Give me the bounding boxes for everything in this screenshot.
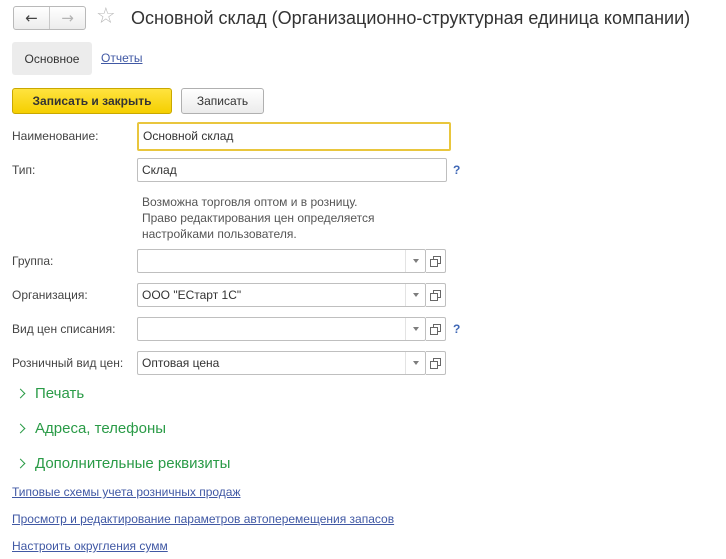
group-label: Группа:: [12, 254, 54, 268]
open-window-icon: [430, 289, 441, 301]
organization-open-button[interactable]: [426, 283, 446, 307]
open-window-icon: [430, 357, 441, 369]
favorite-star-icon[interactable]: ☆: [96, 5, 116, 29]
organization-label: Организация:: [12, 288, 88, 302]
organization-input[interactable]: ООО "ЕСтарт 1С": [137, 283, 426, 307]
group-print-label: Печать: [35, 385, 85, 402]
link-auto-transfer[interactable]: Просмотр и редактирование параметров авт…: [12, 512, 394, 526]
tab-main[interactable]: Основное: [12, 42, 92, 75]
chevron-down-icon[interactable]: [405, 284, 425, 306]
type-label: Тип:: [12, 163, 36, 177]
forward-button[interactable]: →: [49, 7, 85, 29]
writeoff-price-input[interactable]: [137, 317, 426, 341]
navigation-group: ← →: [13, 6, 86, 30]
group-addresses-label: Адреса, телефоны: [35, 420, 167, 437]
arrow-left-icon: ←: [25, 9, 38, 27]
type-info-line: настройками пользователя.: [142, 227, 297, 241]
writeoff-price-help-icon[interactable]: ?: [453, 322, 460, 336]
retail-price-label: Розничный вид цен:: [12, 356, 124, 370]
group-open-button[interactable]: [426, 249, 446, 273]
chevron-right-icon: [15, 458, 26, 469]
retail-price-input[interactable]: Оптовая цена: [137, 351, 426, 375]
name-input[interactable]: Основной склад: [137, 122, 451, 151]
name-label: Наименование:: [12, 129, 99, 143]
type-info-line: Право редактирования цен определяется: [142, 211, 375, 225]
organization-value: ООО "ЕСтарт 1С": [142, 288, 242, 302]
name-value: Основной склад: [143, 129, 234, 143]
retail-price-open-button[interactable]: [426, 351, 446, 375]
type-input[interactable]: Склад: [137, 158, 447, 182]
writeoff-price-open-button[interactable]: [426, 317, 446, 341]
open-window-icon: [430, 323, 441, 335]
type-help-icon[interactable]: ?: [453, 163, 460, 177]
save-button[interactable]: Записать: [181, 88, 264, 114]
back-button[interactable]: ←: [14, 7, 49, 29]
chevron-right-icon: [15, 388, 26, 399]
group-addresses[interactable]: Адреса, телефоны: [15, 420, 166, 437]
writeoff-price-label: Вид цен списания:: [12, 322, 116, 336]
group-print[interactable]: Печать: [15, 385, 84, 402]
link-rounding[interactable]: Настроить округления сумм: [12, 539, 168, 553]
retail-price-value: Оптовая цена: [142, 356, 220, 370]
group-input[interactable]: [137, 249, 426, 273]
page-title: Основной склад (Организационно-структурн…: [131, 8, 691, 28]
chevron-right-icon: [15, 423, 26, 434]
arrow-right-icon: →: [61, 9, 74, 27]
type-value: Склад: [142, 163, 177, 177]
chevron-down-icon[interactable]: [405, 250, 425, 272]
group-additional-label: Дополнительные реквизиты: [35, 455, 231, 472]
type-info-line: Возможна торговля оптом и в розницу.: [142, 195, 358, 209]
chevron-down-icon[interactable]: [405, 352, 425, 374]
save-and-close-button[interactable]: Записать и закрыть: [12, 88, 172, 114]
tab-reports[interactable]: Отчеты: [101, 51, 142, 65]
chevron-down-icon[interactable]: [405, 318, 425, 340]
link-retail-schemes[interactable]: Типовые схемы учета розничных продаж: [12, 485, 241, 499]
open-window-icon: [430, 255, 441, 267]
group-additional[interactable]: Дополнительные реквизиты: [15, 455, 230, 472]
type-info-text: Возможна торговля оптом и в розницу. Пра…: [142, 194, 442, 242]
